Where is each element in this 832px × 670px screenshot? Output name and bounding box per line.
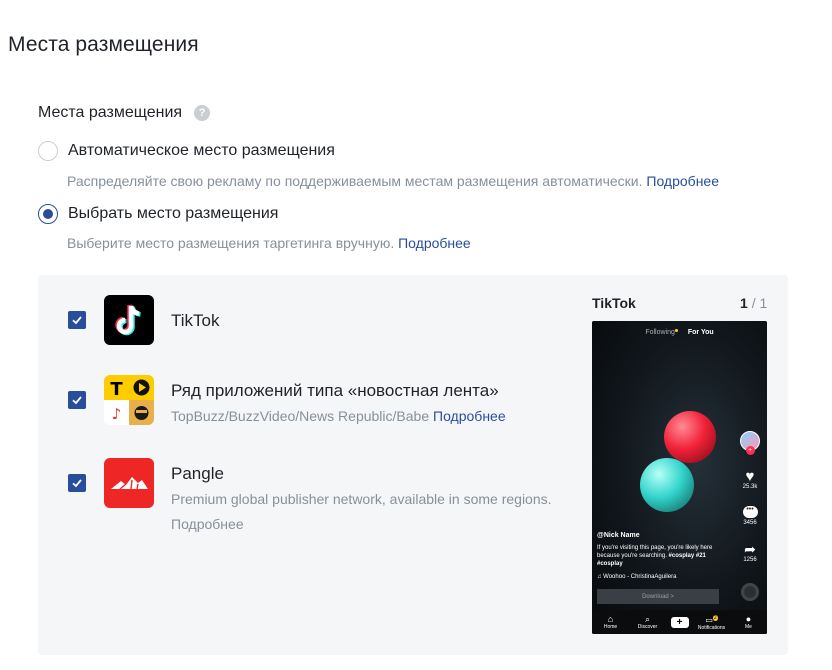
manual-placement-desc-text: Выберите место размещения таргетинга вру… [67,235,395,251]
preview-likes: ♥ 25.3k [739,469,761,490]
preview-pager: 1 / 1 [740,295,767,311]
preview-page-current: 1 [740,295,748,311]
placement-desc-pangle: Premium global publisher network, availa… [171,491,552,507]
placement-name-tiktok: TikTok [171,311,220,330]
pangle-icon [104,458,154,508]
manual-placement-description: Выберите место размещения таргетинга вру… [67,235,471,251]
preview-avatar: + [739,431,761,455]
heart-icon: ♥ [745,468,755,485]
create-plus-icon: + [670,616,689,628]
notifications-icon: ▭2 [705,614,718,625]
auto-placement-desc-text: Распределяйте свою рекламу по поддержива… [67,173,643,189]
likes-count: 25.3k [742,484,758,490]
auto-placement-radio[interactable]: Автоматическое место размещения [38,141,335,161]
tab-following: Following [645,329,675,336]
home-icon: ⌂ [607,614,614,624]
svg-text:T: T [110,379,123,400]
music-disc-icon [741,583,759,601]
nav-notifications: ▭2 Notifications [697,614,726,632]
news-feed-learn-more-link[interactable]: Подробнее [433,408,506,424]
tab-for-you: For You [687,329,714,336]
manual-placement-learn-more-link[interactable]: Подробнее [398,235,471,251]
radio-checked-icon[interactable] [38,204,58,224]
checkbox-tiktok[interactable] [68,311,86,329]
nav-home: ⌂ Home [597,614,625,630]
manual-placement-radio[interactable]: Выбрать место размещения [38,204,278,224]
red-sphere [664,411,716,463]
auto-placement-label: Автоматическое место размещения [68,142,335,159]
placement-name-pangle: Pangle [171,464,224,483]
check-icon [72,396,82,405]
preview-download-bar: Download > [597,589,719,604]
preview-caption: If you're visiting this page, you're lik… [597,544,729,568]
tiktok-icon [104,295,154,345]
help-icon[interactable]: ? [194,105,211,121]
shares-count: 1256 [743,557,757,563]
section-label-text: Места размещения [38,104,183,121]
preview-feed-tabs: Following For You [592,329,767,336]
svg-text:♪: ♪ [112,405,122,423]
preview-shares: ➦ 1256 [739,541,761,564]
nav-me: ● Me [735,614,763,630]
preview-music-disc [739,583,761,601]
search-icon: ⌕ [644,614,651,624]
placement-desc-news-feed: TopBuzz/BuzzVideo/News Republic/Babe Под… [171,408,506,424]
manual-placement-label: Выбрать место размещения [68,205,279,222]
comment-icon: ••• [742,506,758,518]
radio-unchecked-icon[interactable] [38,141,58,161]
check-icon [72,316,82,325]
page-title: Места размещения [8,33,199,56]
following-dot-icon [674,329,678,332]
preview-title: TikTok [592,295,636,311]
nav-discover: ⌕ Discover [634,614,662,630]
comments-count: 3456 [743,520,757,526]
preview-page-total: / 1 [751,295,768,311]
tiktok-preview-phone: Following For You + ♥ 25.3k ••• 3456 ➦ 1… [592,321,767,634]
notification-badge: 2 [712,614,718,621]
check-icon [72,479,82,488]
news-feed-apps-list: TopBuzz/BuzzVideo/News Republic/Babe [171,408,430,424]
news-feed-apps-icon: T ♪ [104,375,154,425]
cyan-sphere [640,458,694,512]
checkbox-news-feed[interactable] [68,391,86,409]
preview-music: ♫ Woohoo - ChristinaAguilera [597,574,677,580]
auto-placement-description: Распределяйте свою рекламу по поддержива… [67,173,719,189]
follow-plus-icon: + [745,446,755,455]
share-arrow-icon: ➦ [744,541,756,557]
profile-icon: ● [745,614,752,624]
auto-placement-learn-more-link[interactable]: Подробнее [646,173,719,189]
checkbox-pangle[interactable] [68,474,86,492]
pangle-learn-more-link[interactable]: Подробнее [171,516,244,532]
preview-comments: ••• 3456 [739,506,761,526]
preview-username: @Nick Name [597,532,640,539]
placement-name-news-feed: Ряд приложений типа «новостная лента» [171,381,499,400]
placements-section-label: Места размещения ? [38,104,211,122]
preview-bottom-nav: ⌂ Home ⌕ Discover + ▭2 Notifications ● Me [592,610,767,634]
